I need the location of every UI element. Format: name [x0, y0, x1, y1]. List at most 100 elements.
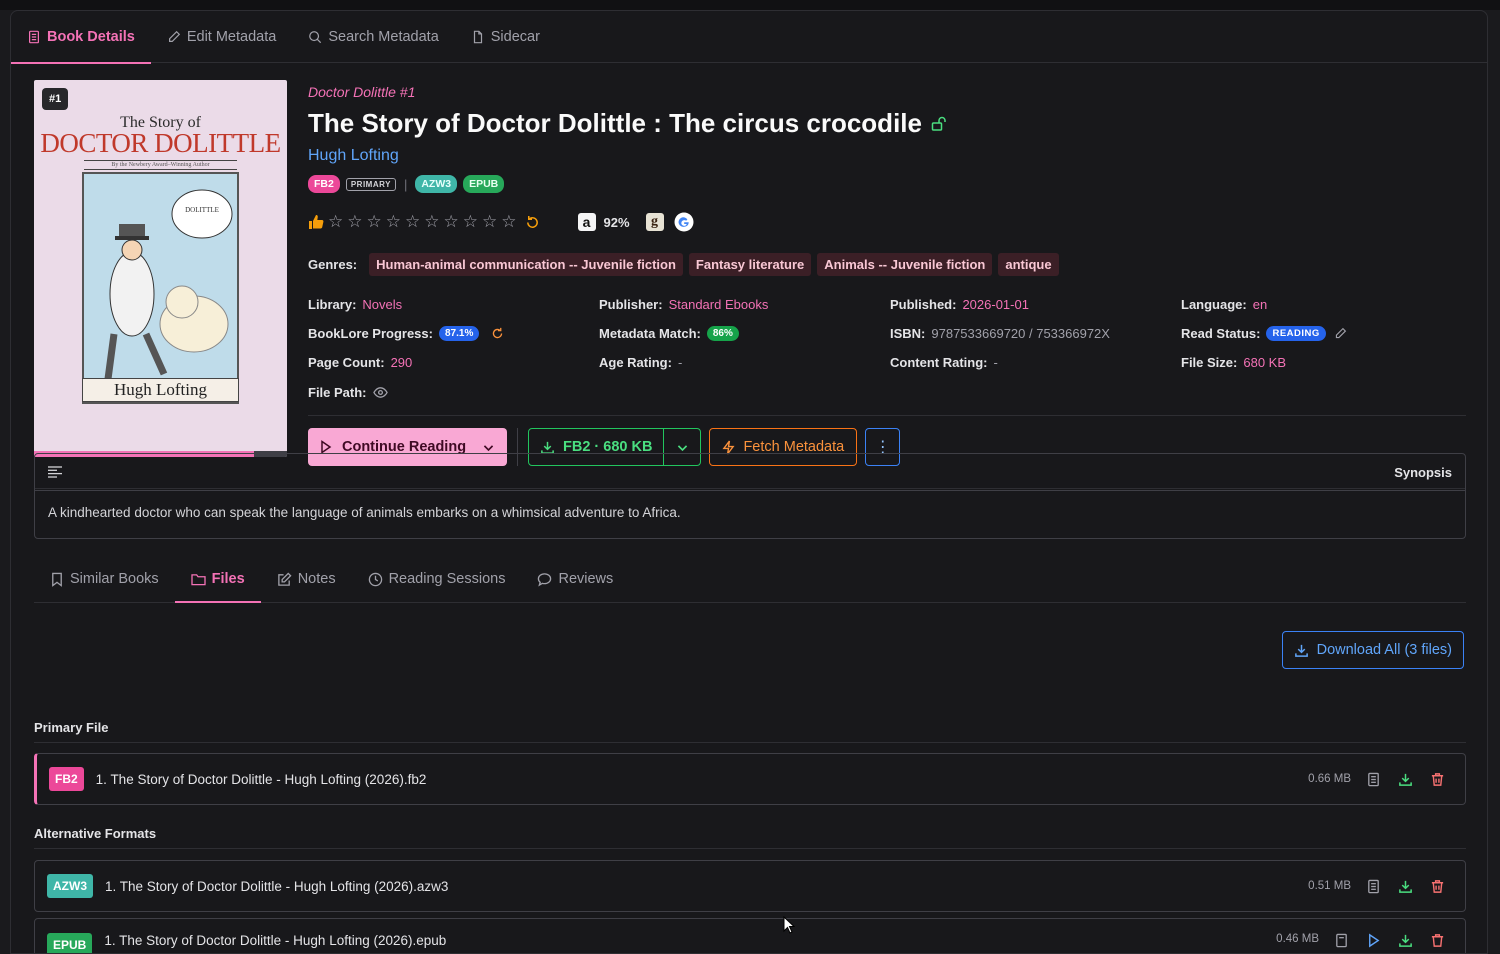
pencil-icon[interactable] — [1334, 327, 1347, 340]
rating-star-icon[interactable]: ☆ — [328, 212, 343, 232]
tab-label: Reviews — [558, 571, 614, 587]
file-details-button[interactable] — [1325, 933, 1357, 948]
tab-search-metadata[interactable]: Search Metadata — [292, 11, 454, 63]
chat-icon — [538, 572, 552, 587]
file-download-button[interactable] — [1389, 879, 1421, 894]
rating-star-icon[interactable]: ☆ — [444, 212, 459, 232]
play-icon — [1368, 933, 1379, 948]
genre-tag[interactable]: Animals -- Juvenile fiction — [817, 253, 993, 276]
rating-star-icon[interactable]: ☆ — [424, 212, 439, 232]
file-format-tag: FB2 — [49, 767, 84, 791]
file-download-button[interactable] — [1389, 772, 1421, 787]
tab-label: Files — [211, 571, 245, 587]
chevron-down-icon — [677, 444, 688, 451]
pencil-icon — [168, 30, 180, 42]
library-link[interactable]: Novels — [362, 297, 402, 312]
file-delete-button[interactable] — [1421, 879, 1453, 894]
google-icon[interactable] — [674, 212, 694, 232]
window-top-strip — [0, 0, 1500, 10]
tab-sidecar[interactable]: Sidecar — [455, 11, 556, 63]
author-link[interactable]: Hugh Lofting — [308, 147, 1466, 165]
file-row-primary[interactable]: FB2 1. The Story of Doctor Dolittle - Hu… — [34, 753, 1466, 805]
genre-tag[interactable]: antique — [998, 253, 1059, 276]
rating-star-icon[interactable]: ☆ — [501, 212, 516, 232]
cover-illustration: DOLITTLE — [82, 172, 239, 404]
unlock-icon[interactable] — [930, 116, 946, 132]
tab-reading-sessions[interactable]: Reading Sessions — [352, 556, 522, 602]
field-label: Language: — [1181, 297, 1247, 312]
field-label: Age Rating: — [599, 355, 672, 370]
trash-icon — [1431, 879, 1443, 893]
tab-label: Edit Metadata — [186, 29, 277, 45]
file-format-tag: AZW3 — [47, 874, 93, 898]
goodreads-icon[interactable]: g — [645, 213, 664, 231]
align-left-icon — [48, 466, 62, 478]
file-name: 1. The Story of Doctor Dolittle - Hugh L… — [104, 933, 447, 948]
file-read-button[interactable] — [1357, 933, 1389, 948]
genre-tag[interactable]: Fantasy literature — [688, 253, 812, 276]
rating-star-icon[interactable]: ☆ — [347, 212, 362, 232]
library-field: Library: Novels — [308, 296, 599, 313]
file-subtabs: Similar Books Files Notes Reading Sessio… — [34, 556, 1466, 603]
continue-reading-dropdown[interactable] — [469, 441, 507, 454]
file-delete-button[interactable] — [1421, 933, 1453, 948]
file-row-epub[interactable]: EPUB 1. The Story of Doctor Dolittle - H… — [34, 918, 1466, 953]
bookmark-icon — [52, 572, 62, 587]
synopsis-title: Synopsis — [1394, 464, 1452, 480]
metadata-match-field: Metadata Match: 86% — [599, 325, 890, 342]
field-label: Read Status: — [1181, 326, 1261, 341]
rating-row: ☆ ☆ ☆ ☆ ☆ ☆ ☆ ☆ ☆ ☆ a 92% g — [308, 211, 1466, 233]
rating-star-icon[interactable]: ☆ — [405, 212, 420, 232]
reset-rating-icon[interactable] — [525, 215, 540, 230]
amazon-icon[interactable]: a — [577, 213, 596, 231]
genres-label: Genres: — [308, 257, 358, 272]
tab-edit-metadata[interactable]: Edit Metadata — [151, 11, 292, 63]
download-icon — [1398, 880, 1412, 893]
download-all-button[interactable]: Download All (3 files) — [1281, 631, 1464, 669]
mouse-cursor-icon — [783, 916, 795, 934]
rating-star-icon[interactable]: ☆ — [386, 212, 401, 232]
synopsis-panel: Synopsis A kindhearted doctor who can sp… — [34, 453, 1466, 539]
field-label: File Path: — [308, 385, 367, 400]
read-status-field: Read Status: READING — [1181, 325, 1472, 342]
read-status-badge[interactable]: READING — [1266, 326, 1326, 341]
synopsis-header[interactable]: Synopsis — [35, 454, 1465, 491]
series-link[interactable]: Doctor Dolittle #1 — [308, 84, 1466, 100]
format-badge-fb2[interactable]: FB2 — [308, 175, 340, 193]
publisher-link[interactable]: Standard Ebooks — [669, 297, 769, 312]
metadata-match-badge: 86% — [706, 326, 739, 341]
tab-similar-books[interactable]: Similar Books — [34, 556, 175, 602]
rating-star-icon[interactable]: ☆ — [482, 212, 497, 232]
genres-row: Genres: Human-animal communication -- Ju… — [308, 253, 1466, 276]
tab-book-details[interactable]: Book Details — [11, 11, 151, 64]
genre-tag[interactable]: Human-animal communication -- Juvenile f… — [369, 253, 683, 276]
progress-field: BookLore Progress: 87.1% — [308, 325, 599, 342]
book-title: The Story of Doctor Dolittle : The circu… — [308, 108, 922, 138]
series-number-badge: #1 — [42, 88, 69, 110]
eye-icon[interactable] — [372, 385, 388, 400]
tab-files[interactable]: Files — [174, 556, 261, 603]
file-delete-button[interactable] — [1421, 772, 1453, 787]
tab-label: Similar Books — [70, 571, 159, 587]
file-details-button[interactable] — [1357, 772, 1389, 787]
rating-star-icon[interactable]: ☆ — [367, 212, 382, 232]
rating-star-icon[interactable]: ☆ — [463, 212, 478, 232]
field-label: Published: — [890, 297, 957, 312]
tab-label: Sidecar — [490, 29, 540, 45]
isbn-value: 9787533669720 / 753366972X — [931, 326, 1110, 341]
field-label: Metadata Match: — [599, 326, 701, 341]
tab-reviews[interactable]: Reviews — [521, 556, 629, 602]
book-cover[interactable]: The Story of DOCTOR DOLITTLE By the Newb… — [34, 80, 287, 457]
language-link[interactable]: en — [1253, 297, 1267, 312]
file-row-azw3[interactable]: AZW3 1. The Story of Doctor Dolittle - H… — [34, 860, 1466, 912]
chevron-down-icon — [483, 444, 493, 451]
thumbs-up-icon[interactable] — [308, 214, 324, 230]
tab-label: Book Details — [47, 29, 135, 45]
file-size-field: File Size: 680 KB — [1181, 354, 1472, 371]
reset-progress-icon[interactable] — [491, 327, 504, 340]
tab-notes[interactable]: Notes — [261, 556, 352, 602]
file-download-button[interactable] — [1389, 933, 1421, 948]
format-badge-azw3[interactable]: AZW3 — [415, 175, 458, 193]
format-badge-epub[interactable]: EPUB — [463, 175, 505, 193]
file-details-button[interactable] — [1357, 879, 1389, 894]
